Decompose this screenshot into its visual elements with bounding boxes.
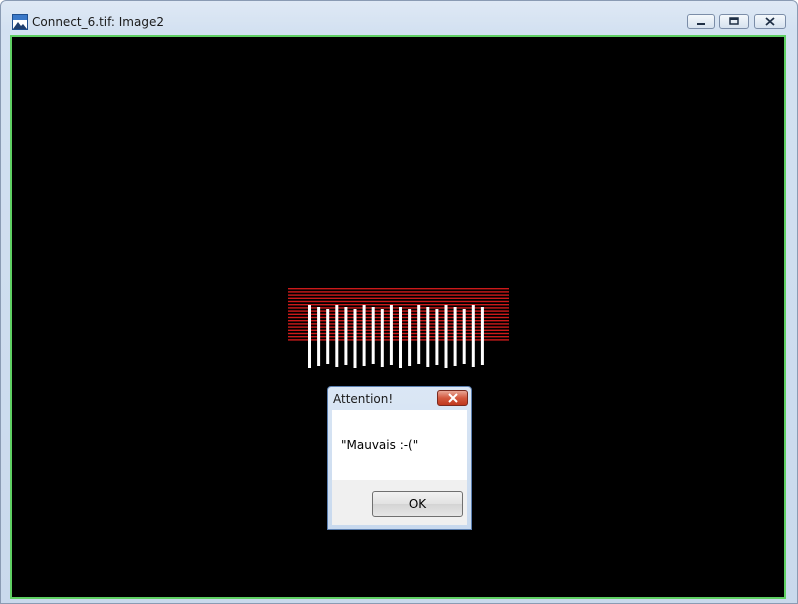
white-tooth — [308, 305, 311, 368]
white-tooth — [335, 305, 339, 367]
white-tooth — [389, 305, 393, 365]
white-tooth — [344, 307, 348, 365]
red-stripe — [288, 316, 509, 319]
white-tooth — [326, 309, 330, 364]
image-app-icon — [12, 14, 28, 30]
red-stripe — [288, 323, 509, 325]
window-titlebar[interactable]: Connect_6.tif: Image2 — [1, 1, 797, 35]
red-stripe — [288, 297, 509, 299]
window-title: Connect_6.tif: Image2 — [32, 15, 164, 29]
close-icon — [765, 17, 775, 26]
white-tooth — [435, 309, 439, 365]
white-tooth — [480, 307, 484, 365]
red-stripe — [288, 336, 509, 338]
minimize-icon — [697, 23, 705, 25]
dialog-close-button[interactable] — [437, 390, 468, 406]
white-tooth — [462, 309, 466, 364]
white-tooth — [426, 307, 430, 367]
white-tooth — [453, 307, 457, 366]
red-stripes — [288, 288, 509, 341]
window-close-button[interactable] — [754, 14, 786, 29]
maximize-icon — [729, 17, 739, 25]
red-stripe — [288, 288, 509, 290]
red-stripe — [288, 329, 509, 331]
close-icon — [447, 393, 458, 403]
red-stripe — [288, 326, 509, 328]
dialog-footer: OK — [332, 480, 467, 525]
red-stripe — [288, 339, 509, 341]
white-tooth — [444, 305, 448, 368]
white-tooth — [417, 305, 421, 364]
white-tooth — [362, 305, 366, 366]
ok-button[interactable]: OK — [372, 491, 463, 517]
white-tooth — [399, 307, 402, 368]
red-stripe — [288, 304, 509, 306]
dialog-body: "Mauvais :-(" — [332, 410, 467, 480]
red-stripe — [288, 291, 509, 293]
white-tooth — [353, 309, 357, 368]
white-tooth — [408, 309, 412, 366]
red-stripe — [288, 300, 509, 303]
red-stripe — [288, 310, 509, 312]
red-stripe — [288, 320, 509, 322]
dialog-message: "Mauvais :-(" — [341, 438, 419, 452]
dialog-title: Attention! — [333, 392, 394, 406]
white-tooth — [471, 305, 475, 367]
white-tooth — [317, 307, 321, 366]
attention-dialog: Attention! "Mauvais :-(" OK — [327, 386, 472, 530]
red-stripe — [288, 332, 509, 335]
maximize-button[interactable] — [719, 14, 749, 29]
minimize-button[interactable] — [687, 14, 715, 29]
white-tooth — [380, 309, 384, 367]
white-tooth — [371, 307, 375, 364]
red-stripe — [288, 313, 509, 315]
red-stripe — [288, 307, 509, 309]
red-stripe — [288, 294, 509, 296]
